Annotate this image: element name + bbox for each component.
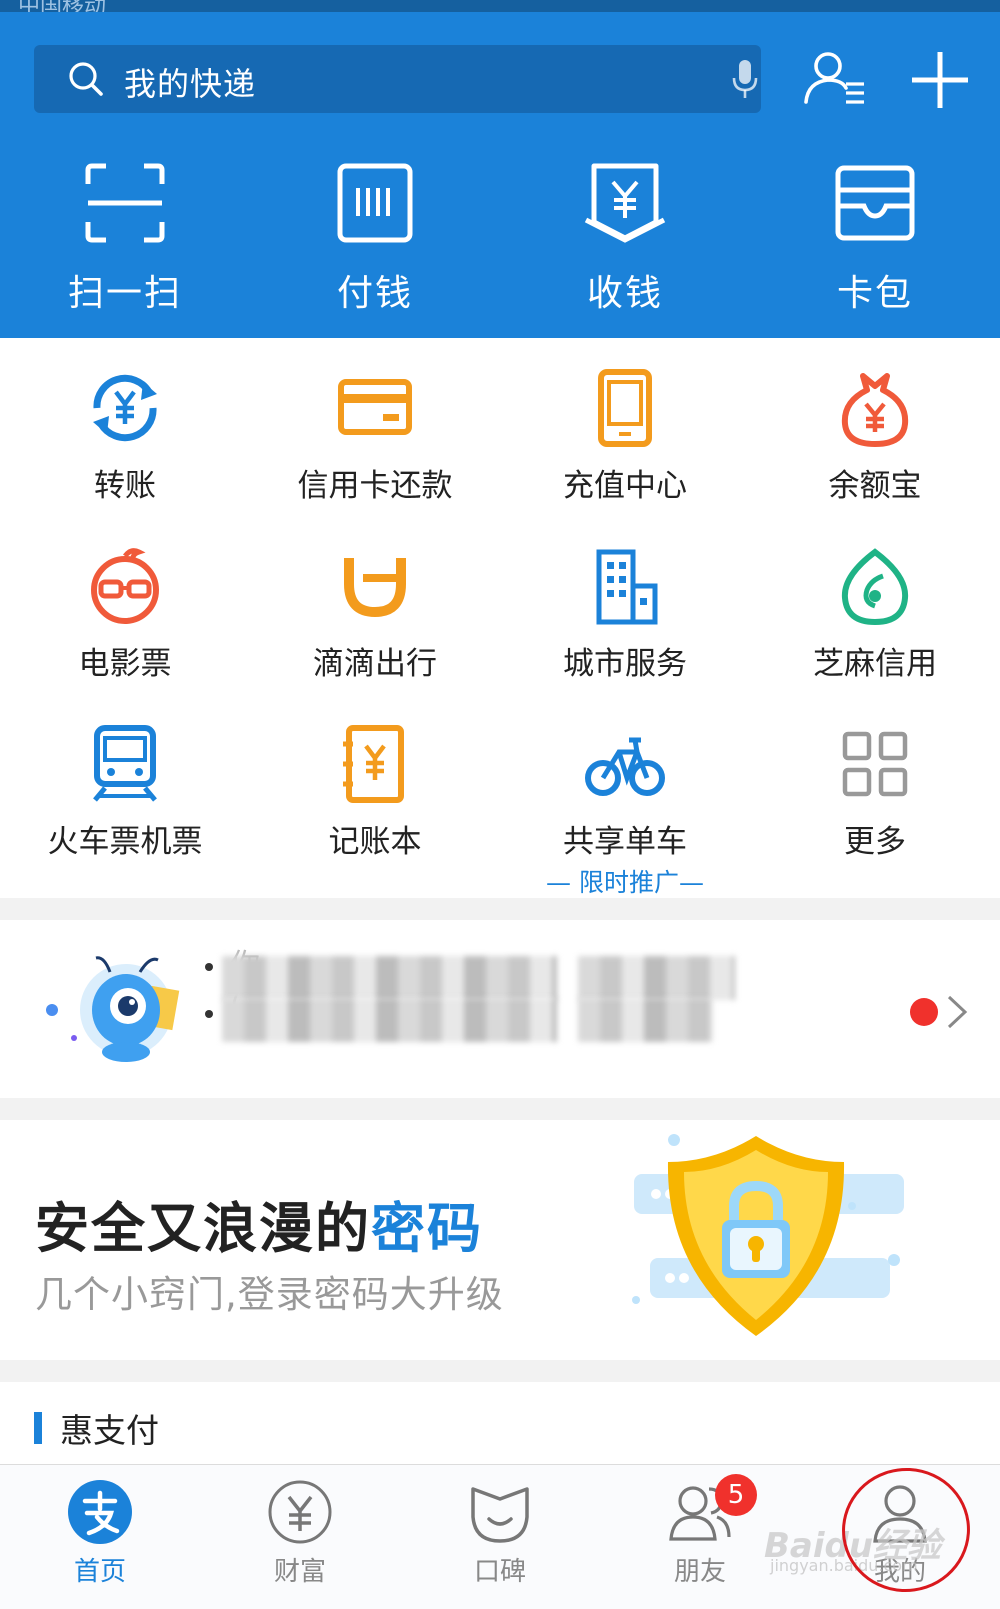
more-grid-icon: [842, 731, 908, 797]
service-label: 滴滴出行: [313, 646, 437, 682]
money-bag-icon: [841, 373, 909, 447]
service-label: 电影票: [78, 646, 172, 682]
blurred-notice-text: [578, 998, 713, 1042]
section-title: 惠支付: [60, 1411, 159, 1450]
quick-action-scan[interactable]: 扫一扫: [0, 160, 250, 314]
status-bar: 中国移动: [0, 0, 1000, 12]
sesame-credit-icon: [841, 548, 909, 626]
top-header: 中国移动 我的快递 扫一扫: [0, 0, 1000, 338]
service-more[interactable]: 更多: [750, 724, 1000, 874]
quick-action-card-wallet[interactable]: 卡包: [750, 160, 1000, 314]
banner-subtitle: 几个小窍门,登录密码大升级: [35, 1273, 504, 1316]
service-city[interactable]: 城市服务: [500, 546, 750, 696]
chevron-right-icon[interactable]: [946, 994, 968, 1030]
quick-action-label: 付钱: [336, 273, 413, 314]
bullet: [205, 963, 213, 971]
scan-icon: [85, 163, 165, 243]
microphone-icon[interactable]: [730, 58, 760, 100]
tab-home[interactable]: 首页: [0, 1479, 200, 1609]
bicycle-icon: [585, 737, 665, 796]
tab-label: 口碑: [473, 1557, 526, 1587]
friends-badge: 5: [715, 1474, 757, 1516]
card-wallet-icon: [835, 165, 915, 241]
service-label: 芝麻信用: [813, 646, 937, 682]
quick-action-pay[interactable]: 付钱: [250, 160, 500, 314]
service-label: 共享单车: [563, 824, 687, 860]
service-label: 余额宝: [828, 468, 922, 504]
search-icon: [69, 62, 103, 96]
service-label: 记账本: [328, 824, 422, 860]
didi-icon: [344, 558, 406, 618]
tab-label: 首页: [73, 1557, 126, 1587]
quick-action-label: 卡包: [836, 273, 913, 314]
service-yuebao[interactable]: 余额宝: [750, 368, 1000, 518]
section-accent-bar: [34, 1412, 42, 1444]
plus-icon[interactable]: [904, 44, 976, 116]
alipay-home-icon: [68, 1480, 132, 1544]
blurred-notice-text: [222, 998, 557, 1042]
promo-label: — 限时推广—: [546, 868, 704, 897]
service-movie[interactable]: 电影票: [0, 546, 250, 696]
service-label: 火车票机票: [47, 824, 203, 860]
notification-card[interactable]: 你 (: [0, 920, 1000, 1098]
tab-wealth[interactable]: 财富: [200, 1479, 400, 1609]
quick-action-label: 扫一扫: [67, 273, 182, 314]
quick-action-receive[interactable]: 收钱: [500, 160, 750, 314]
service-grid: 转账 信用卡还款 充值中心 余额宝 电影票 滴滴出行 城市服务 芝麻信用 火车票…: [0, 338, 1000, 898]
service-label: 信用卡还款: [297, 468, 453, 504]
service-label: 城市服务: [563, 646, 687, 682]
blurred-notice-text: [578, 956, 735, 1000]
service-didi[interactable]: 滴滴出行: [250, 546, 500, 696]
barcode-icon: [337, 163, 413, 243]
search-placeholder: 我的快递: [124, 65, 257, 103]
service-transfer[interactable]: 转账: [0, 368, 250, 518]
banner-title-highlight: 密码: [371, 1197, 483, 1260]
bullet: [205, 1010, 213, 1018]
koubei-icon: [471, 1487, 529, 1543]
carrier-label: 中国移动: [18, 0, 106, 12]
security-shield-icon: [632, 1134, 904, 1336]
tab-koubei[interactable]: 口碑: [400, 1479, 600, 1609]
receive-money-icon: [584, 163, 666, 243]
tab-label: 财富: [273, 1557, 326, 1587]
search-bar[interactable]: 我的快递: [34, 45, 761, 113]
transfer-icon: [93, 374, 157, 442]
phone-recharge-icon: [598, 369, 652, 447]
service-recharge[interactable]: 充值中心: [500, 368, 750, 518]
service-label: 更多: [844, 824, 906, 860]
city-building-icon: [596, 549, 658, 625]
wealth-yuan-icon: [268, 1480, 332, 1544]
service-sesame[interactable]: 芝麻信用: [750, 546, 1000, 696]
service-label: 转账: [94, 468, 156, 504]
service-train[interactable]: 火车票机票: [0, 724, 250, 874]
banner-title-main: 安全又浪漫的: [35, 1197, 371, 1260]
ant-mascot-icon: [46, 956, 180, 1062]
blurred-notice-text: [222, 956, 557, 1000]
unread-dot: [910, 998, 938, 1026]
credit-card-icon: [338, 379, 412, 435]
ledger-icon: [343, 725, 404, 803]
train-icon: [93, 725, 157, 802]
section-header: 惠支付: [0, 1382, 1000, 1464]
quick-action-label: 收钱: [586, 273, 663, 314]
contacts-icon[interactable]: [800, 44, 872, 116]
movie-ticket-icon: [91, 548, 159, 624]
service-ledger[interactable]: 记账本: [250, 724, 500, 874]
service-bike[interactable]: 共享单车 — 限时推广—: [500, 724, 750, 897]
password-banner[interactable]: 安全又浪漫的密码 几个小窍门,登录密码大升级: [0, 1120, 1000, 1360]
banner-title: 安全又浪漫的密码: [35, 1184, 483, 1263]
service-label: 充值中心: [563, 468, 687, 504]
service-credit-card[interactable]: 信用卡还款: [250, 368, 500, 518]
